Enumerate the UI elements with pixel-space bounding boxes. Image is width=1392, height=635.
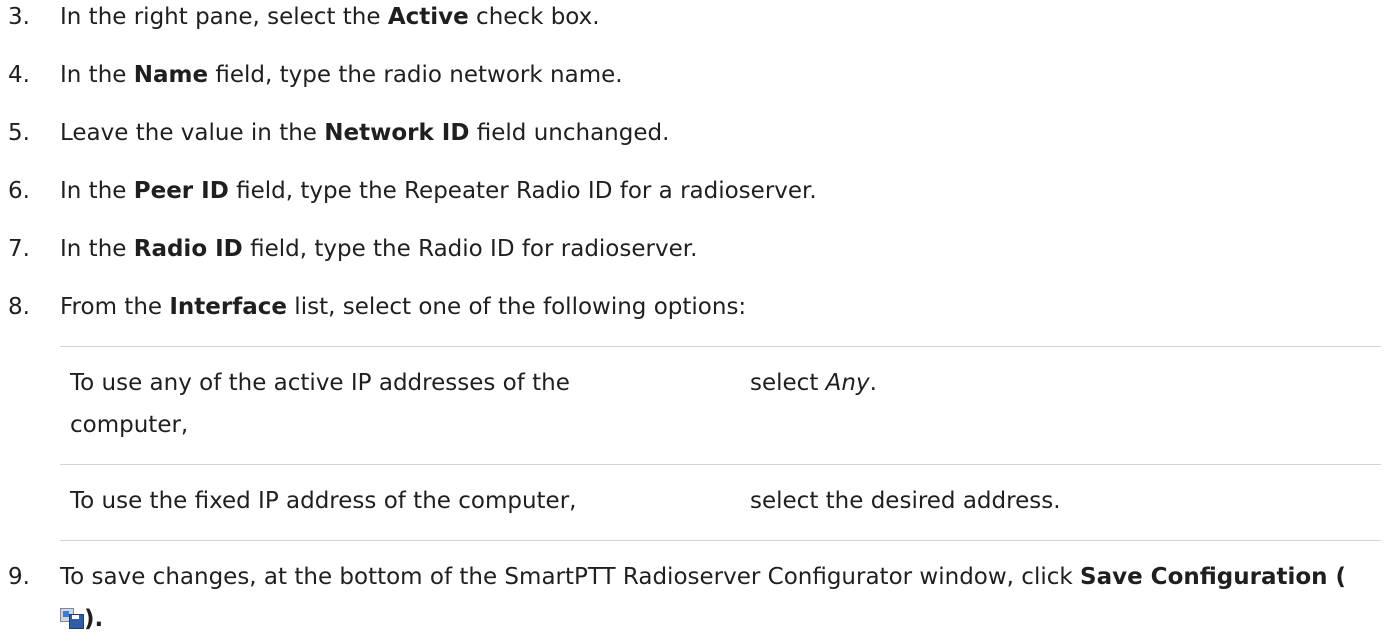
table-divider: [60, 464, 1381, 465]
step-number: 5.: [8, 120, 30, 146]
ui-term: Active: [387, 4, 469, 30]
table-cell-action: select Any.: [750, 370, 877, 396]
step-text: Leave the value in the Network ID field …: [60, 120, 670, 146]
step-number: 6.: [8, 178, 30, 204]
step-text: In the Radio ID field, type the Radio ID…: [60, 236, 698, 262]
table-cell-action: select the desired address.: [750, 488, 1061, 514]
step-number: 9.: [8, 564, 30, 590]
ui-term: Peer ID: [133, 178, 229, 204]
step-number: 3.: [8, 4, 30, 30]
table-divider: [60, 346, 1381, 347]
step-text: In the right pane, select the Active che…: [60, 4, 600, 30]
step-number: 7.: [8, 236, 30, 262]
step-number: 8.: [8, 294, 30, 320]
ui-term-close: ).: [84, 606, 104, 632]
ui-term: Name: [133, 62, 209, 88]
ui-term: Save Configuration (: [1080, 564, 1347, 590]
ui-term: Radio ID: [133, 236, 243, 262]
step-9-continuation: ).: [60, 606, 103, 632]
save-configuration-icon: [60, 608, 84, 629]
step-text: In the Name field, type the radio networ…: [60, 62, 623, 88]
option-value: Any: [825, 370, 870, 396]
step-text: From the Interface list, select one of t…: [60, 294, 747, 320]
step-number: 4.: [8, 62, 30, 88]
table-cell-condition: To use any of the active IP addresses of…: [70, 370, 570, 438]
table-divider: [60, 540, 1381, 541]
step-text: In the Peer ID field, type the Repeater …: [60, 178, 817, 204]
ui-term: Interface: [169, 294, 287, 320]
table-cell-condition: To use the fixed IP address of the compu…: [70, 488, 577, 514]
step-text: To save changes, at the bottom of the Sm…: [60, 564, 1347, 590]
ui-term: Network ID: [324, 120, 470, 146]
